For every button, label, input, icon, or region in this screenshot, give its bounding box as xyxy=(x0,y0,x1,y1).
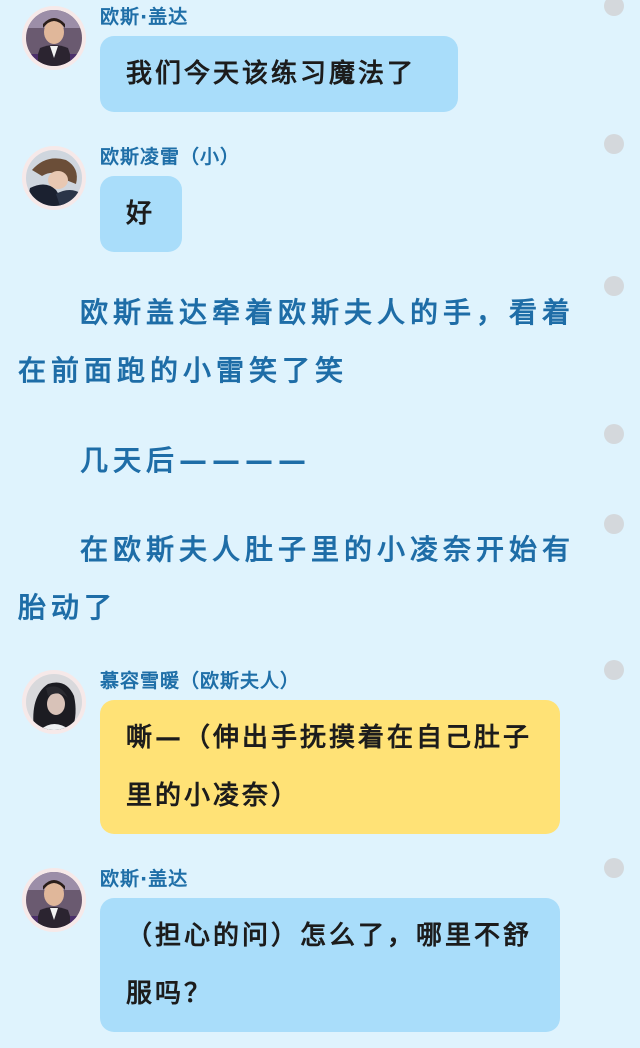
narration-paragraph: 在欧斯夫人肚子里的小凌奈开始有胎动了 xyxy=(18,533,576,624)
side-dot-icon xyxy=(604,134,624,154)
side-dot-icon xyxy=(604,660,624,680)
side-dot-icon xyxy=(604,858,624,878)
speaker-name: 欧斯·盖达 xyxy=(100,868,189,890)
message-bubble[interactable]: 好 xyxy=(100,176,182,252)
message-bubble[interactable]: 嘶—（伸出手抚摸着在自己肚子里的小凌奈） xyxy=(100,700,560,834)
side-dot-icon xyxy=(604,514,624,534)
narration-paragraph: 几天后———— xyxy=(80,444,312,477)
message-bubble[interactable]: （担心的问）怎么了，哪里不舒服吗？ xyxy=(100,898,560,1032)
avatar-xuenuan-icon[interactable] xyxy=(22,670,86,734)
speaker-name: 欧斯凌雷（小） xyxy=(100,146,241,168)
avatar-gaida-icon[interactable] xyxy=(22,6,86,70)
speaker-name: 慕容雪暖（欧斯夫人） xyxy=(100,670,301,692)
side-dot-icon xyxy=(604,424,624,444)
speaker-name: 欧斯·盖达 xyxy=(100,6,189,28)
side-dot-icon xyxy=(604,276,624,296)
avatar-linglei-icon[interactable] xyxy=(22,146,86,210)
narration-paragraph: 欧斯盖达牵着欧斯夫人的手，看着在前面跑的小雷笑了笑 xyxy=(18,296,576,387)
message-bubble[interactable]: 我们今天该练习魔法了 xyxy=(100,36,458,112)
side-dot-icon xyxy=(604,0,624,16)
avatar-gaida-icon[interactable] xyxy=(22,868,86,932)
